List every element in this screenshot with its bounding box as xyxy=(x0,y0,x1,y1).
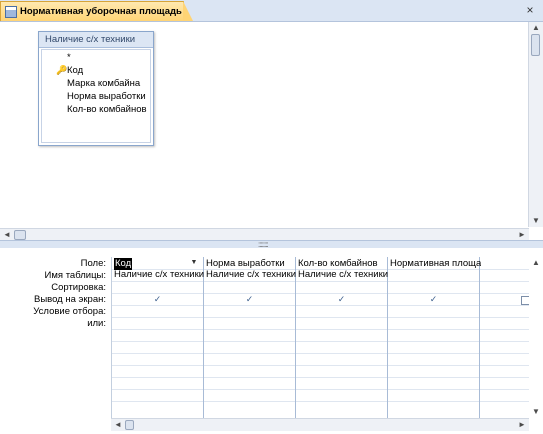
field-list-item[interactable]: Кол-во комбайнов xyxy=(42,103,150,116)
field-list-item[interactable]: Марка комбайна xyxy=(42,77,150,90)
scroll-up-icon[interactable]: ▲ xyxy=(529,257,543,269)
scroll-down-icon[interactable]: ▼ xyxy=(529,215,543,227)
query-design-grid-pane: Поле: Имя таблицы: Сортировка: Вывод на … xyxy=(0,248,543,434)
field-list-title[interactable]: Наличие с/х техники xyxy=(39,32,153,48)
grid-column[interactable]: Код ▼ Наличие с/х техники ✓ xyxy=(112,257,204,418)
grid-horizontal-scrollbar[interactable]: ◄ ► xyxy=(111,418,529,431)
scroll-down-icon[interactable]: ▼ xyxy=(529,406,543,418)
query-icon xyxy=(5,5,17,18)
row-label-field: Поле: xyxy=(80,258,106,269)
scroll-thumb[interactable] xyxy=(531,34,540,56)
field-cell[interactable]: Нормативная площа xyxy=(390,258,481,270)
close-icon[interactable]: × xyxy=(523,3,537,17)
upper-vertical-scrollbar[interactable]: ▲ ▼ xyxy=(528,22,543,227)
query-title: Нормативная уборочная площадь xyxy=(20,6,182,17)
row-label-sort: Сортировка: xyxy=(51,282,106,293)
scroll-right-icon[interactable]: ► xyxy=(515,419,529,431)
table-name-cell[interactable]: Наличие с/х техники xyxy=(114,269,204,281)
row-label-show: Вывод на экран: xyxy=(34,294,106,305)
row-label-or: или: xyxy=(87,318,106,329)
show-checkbox[interactable]: ✓ xyxy=(337,295,346,304)
scroll-thumb[interactable] xyxy=(125,420,134,430)
design-grid[interactable]: Код ▼ Наличие с/х техники ✓ Норма вырабо… xyxy=(111,257,530,418)
query-tab[interactable]: Нормативная уборочная площадь xyxy=(0,1,193,21)
document-tab-bar: Нормативная уборочная площадь × xyxy=(0,0,543,22)
row-label-criteria: Условие отбора: xyxy=(33,306,106,317)
field-list: * 🔑 Код Марка комбайна Норма выработки Ко… xyxy=(41,49,151,143)
grid-column[interactable]: Кол-во комбайнов Наличие с/х техники ✓ xyxy=(296,257,388,418)
scroll-up-icon[interactable]: ▲ xyxy=(529,22,543,34)
row-label-table: Имя таблицы: xyxy=(44,270,106,281)
field-list-item[interactable]: Норма выработки xyxy=(42,90,150,103)
table-name-cell[interactable]: Наличие с/х техники xyxy=(298,269,388,281)
primary-key-icon: 🔑 xyxy=(56,65,68,75)
grid-column[interactable]: Нормативная площа ✓ xyxy=(388,257,481,418)
field-list-window[interactable]: Наличие с/х техники * 🔑 Код Марка комбайн… xyxy=(38,31,154,146)
grid-vertical-scrollbar[interactable]: ▲ ▼ xyxy=(529,257,543,418)
grid-column[interactable] xyxy=(480,257,530,418)
show-checkbox[interactable]: ✓ xyxy=(153,295,162,304)
show-checkbox[interactable]: ✓ xyxy=(429,295,438,304)
dropdown-arrow-icon[interactable]: ▼ xyxy=(190,258,198,268)
scroll-left-icon[interactable]: ◄ xyxy=(111,419,125,431)
field-list-item[interactable]: 🔑 Код xyxy=(42,64,150,77)
grid-row-labels: Поле: Имя таблицы: Сортировка: Вывод на … xyxy=(0,258,108,330)
table-name-cell[interactable]: Наличие с/х техники xyxy=(206,269,296,281)
show-checkbox[interactable]: ✓ xyxy=(245,295,254,304)
scroll-thumb[interactable] xyxy=(14,230,26,240)
field-list-item[interactable]: * xyxy=(42,51,150,64)
query-design-upper-pane: Наличие с/х техники * 🔑 Код Марка комбайн… xyxy=(0,22,543,241)
grid-column[interactable]: Норма выработки Наличие с/х техники ✓ xyxy=(204,257,296,418)
